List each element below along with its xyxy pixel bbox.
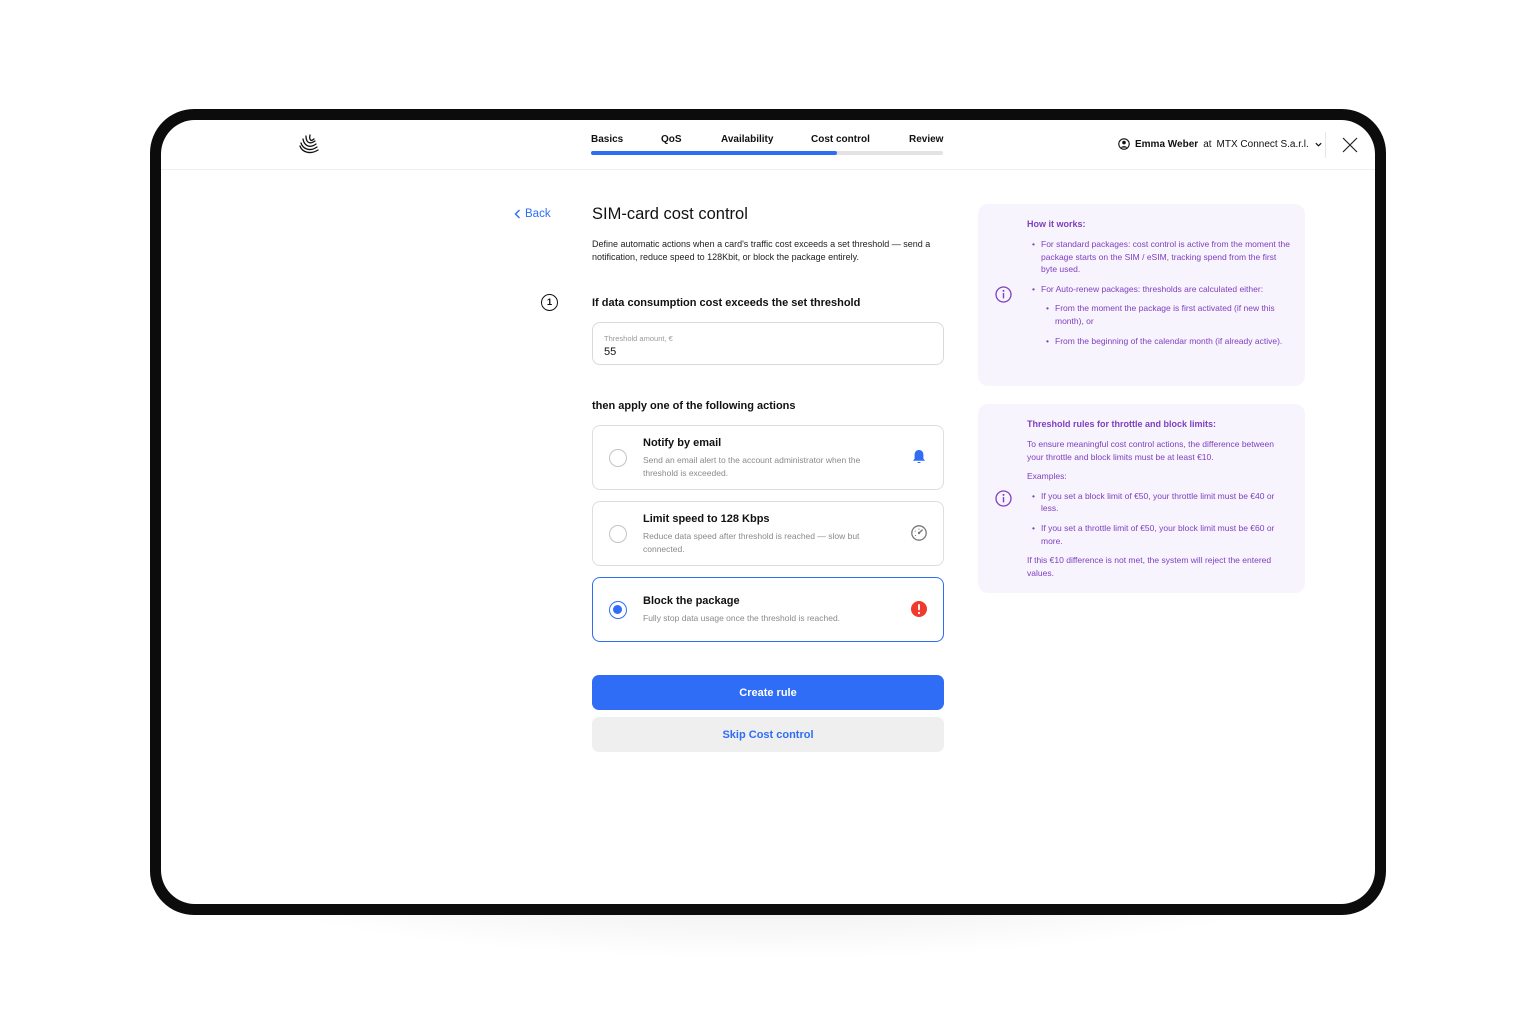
step-basics[interactable]: Basics xyxy=(591,134,623,145)
chevron-left-icon xyxy=(514,209,520,219)
brand-logo-icon[interactable] xyxy=(297,133,321,157)
info-icon xyxy=(995,490,1012,507)
threshold-rules-panel: Threshold rules for throttle and block l… xyxy=(978,404,1305,593)
step-availability[interactable]: Availability xyxy=(721,134,773,145)
info-bullet: For standard packages: cost control is a… xyxy=(1027,238,1292,276)
panel-body: To ensure meaningful cost control action… xyxy=(1027,438,1292,586)
step-number-badge: 1 xyxy=(541,294,558,311)
info-sub-bullet: From the beginning of the calendar month… xyxy=(1041,335,1292,348)
stepper: Basics QoS Availability Cost control Rev… xyxy=(591,134,943,155)
page-description: Define automatic actions when a card's t… xyxy=(592,239,931,262)
bell-icon xyxy=(913,450,925,464)
threshold-input[interactable] xyxy=(604,346,924,358)
step-cost-control[interactable]: Cost control xyxy=(811,134,870,145)
step-review[interactable]: Review xyxy=(909,134,943,145)
step-qos[interactable]: QoS xyxy=(661,134,682,145)
create-rule-button[interactable]: Create rule xyxy=(592,675,944,710)
panel-title: Threshold rules for throttle and block l… xyxy=(1027,419,1217,429)
option-limit-speed[interactable]: Limit speed to 128 Kbps Reduce data spee… xyxy=(592,501,944,566)
divider xyxy=(1325,132,1326,158)
option-description: Send an email alert to the account admin… xyxy=(643,455,861,478)
user-org: MTX Connect S.a.r.l. xyxy=(1216,138,1309,150)
alert-icon xyxy=(911,601,927,617)
user-name: Emma Weber xyxy=(1135,138,1199,150)
skip-cost-control-button[interactable]: Skip Cost control xyxy=(592,717,944,752)
threshold-field-label: Threshold amount, € xyxy=(604,334,673,343)
how-it-works-panel: How it works: For standard packages: cos… xyxy=(978,204,1305,386)
rules-outro: If this €10 difference is not met, the s… xyxy=(1027,555,1272,578)
user-connector: at xyxy=(1203,138,1212,150)
option-title: Notify by email xyxy=(643,437,722,449)
account-menu[interactable]: Emma Weber at MTX Connect S.a.r.l. xyxy=(1118,138,1323,150)
threshold-field[interactable]: Threshold amount, € xyxy=(592,322,944,365)
radio-block-package[interactable] xyxy=(609,601,627,619)
info-bullet: For Auto-renew packages: thresholds are … xyxy=(1027,283,1292,296)
option-title: Limit speed to 128 Kbps xyxy=(643,513,770,525)
rules-intro: To ensure meaningful cost control action… xyxy=(1027,439,1274,462)
option-title: Block the package xyxy=(643,595,740,607)
option-block-package[interactable]: Block the package Fully stop data usage … xyxy=(592,577,944,642)
radio-limit-speed[interactable] xyxy=(609,525,627,543)
rules-examples-label: Examples: xyxy=(1027,471,1067,482)
speedometer-icon xyxy=(911,525,927,541)
user-circle-icon xyxy=(1118,138,1130,150)
panel-title: How it works: xyxy=(1027,219,1086,229)
option-notify-email[interactable]: Notify by email Send an email alert to t… xyxy=(592,425,944,490)
stepper-track xyxy=(591,151,943,155)
radio-notify-email[interactable] xyxy=(609,449,627,467)
panel-body: For standard packages: cost control is a… xyxy=(1027,238,1292,354)
rules-example: If you set a throttle limit of €50, your… xyxy=(1027,522,1292,547)
back-link[interactable]: Back xyxy=(514,208,551,220)
actions-heading: then apply one of the following actions xyxy=(592,400,796,412)
close-icon[interactable] xyxy=(1341,136,1359,154)
chevron-down-icon xyxy=(1315,142,1322,147)
info-icon xyxy=(995,286,1012,303)
back-label: Back xyxy=(525,208,551,220)
top-bar: Basics QoS Availability Cost control Rev… xyxy=(161,120,1375,170)
info-sub-bullet: From the moment the package is first act… xyxy=(1041,302,1292,327)
app-screen: Basics QoS Availability Cost control Rev… xyxy=(161,120,1375,904)
option-description: Reduce data speed after threshold is rea… xyxy=(643,531,860,554)
page-title: SIM-card cost control xyxy=(592,205,748,223)
stepper-progress xyxy=(591,151,838,155)
rules-example: If you set a block limit of €50, your th… xyxy=(1027,490,1292,515)
threshold-heading: If data consumption cost exceeds the set… xyxy=(592,297,861,309)
option-description: Fully stop data usage once the threshold… xyxy=(643,613,841,623)
